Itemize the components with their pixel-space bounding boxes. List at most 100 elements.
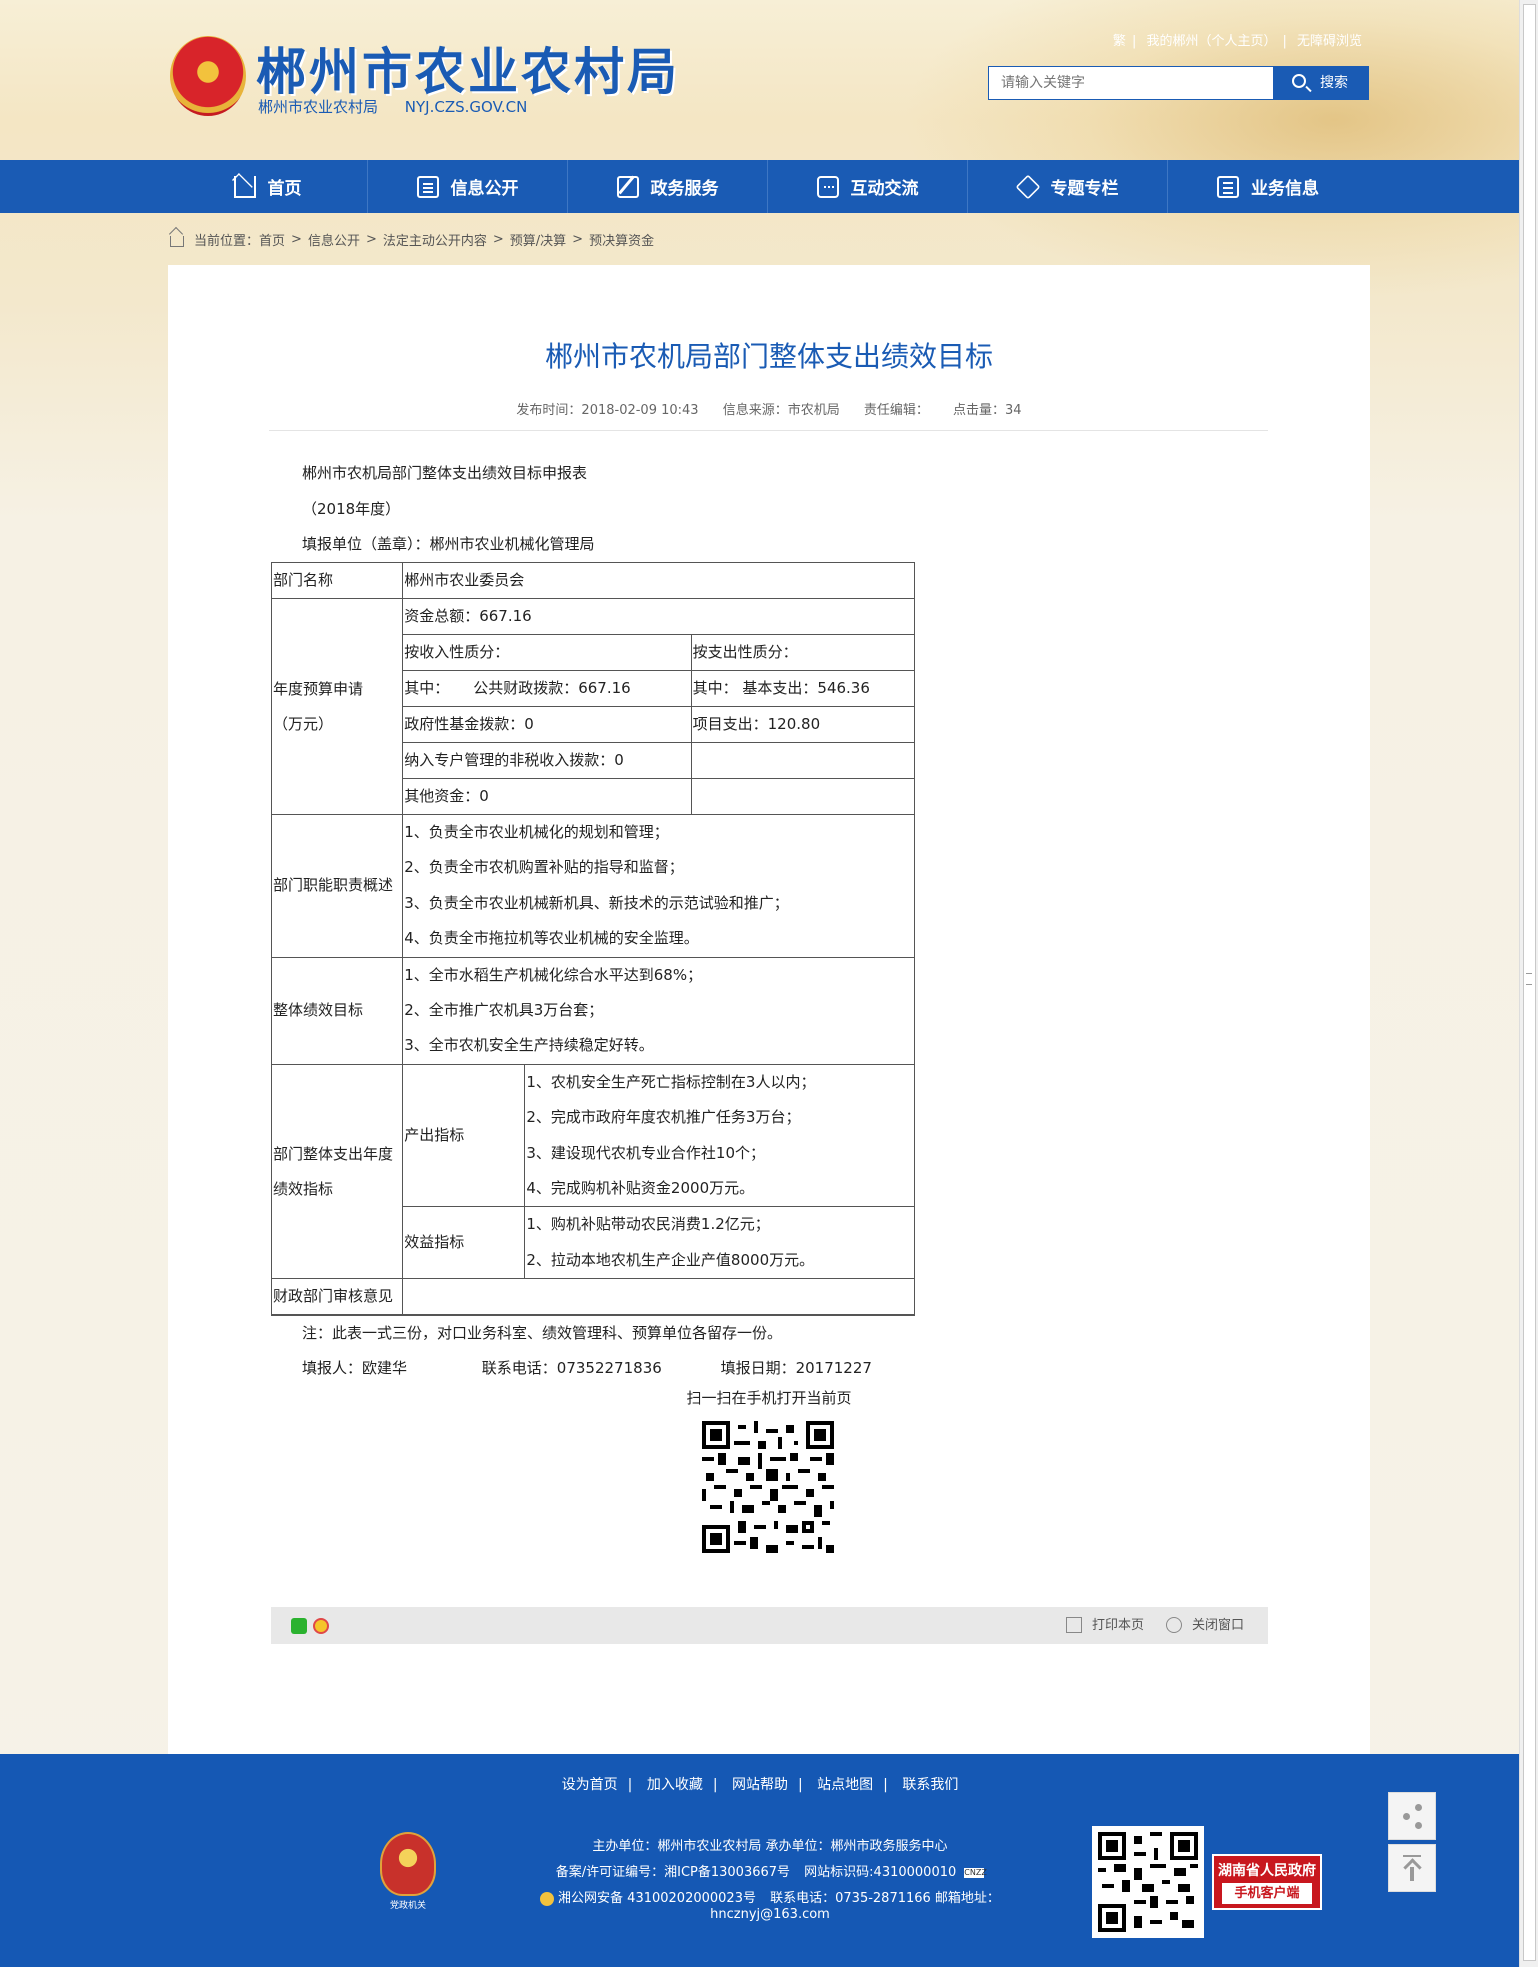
article-title: 郴州市农机局部门整体支出绩效目标 <box>544 340 993 373</box>
footer: 设为首页 | 加入收藏 | 网站帮助 | 站点地图 | 联系我们 党政机关 主办单位：郴… <box>0 1754 1520 1967</box>
add-favorite-link[interactable]: 加入收藏 <box>647 1777 703 1793</box>
total-funds: 资金总额：667.16 <box>402 598 915 635</box>
accessibility-link[interactable]: 无障碍浏览 <box>1297 34 1362 49</box>
site-title[interactable]: 郴州市农业农村局 <box>256 32 680 104</box>
list-item: 1、购机补贴带动农民消费1.2亿元； <box>526 1215 770 1234</box>
goals-list: 1、全市水稻生产机械化综合水平达到68%； 2、全市推广农机具3万台套； 3、全… <box>402 956 915 1065</box>
by-expense-label: 按支出性质分： <box>690 634 916 671</box>
site-help-link[interactable]: 网站帮助 <box>732 1777 788 1793</box>
other-funds: 其他资金：0 <box>402 778 692 815</box>
dept-name-label: 部门名称 <box>270 562 404 599</box>
cnzz-icon[interactable]: CNZZ <box>964 1867 987 1878</box>
hunan-gov-app-badge[interactable]: 湖南省人民政府 手机客户端 <box>1212 1854 1322 1910</box>
breadcrumb-item-budget[interactable]: 预算/决算 <box>510 230 566 249</box>
police-record[interactable]: 湘公网安备 43100202000023号 <box>558 1891 756 1906</box>
project-expense: 项目支出：120.80 <box>690 706 916 743</box>
close-window-button[interactable]: 关闭窗口 <box>1166 1607 1244 1644</box>
benefit-list: 1、购机补贴带动农民消费1.2亿元； 2、拉动本地农机生产企业产值8000万元。 <box>524 1206 915 1280</box>
home-icon <box>233 175 256 198</box>
table-note: 注：此表一式三份，对口业务科室、绩效管理科、预算单位各留存一份。 <box>302 1324 783 1342</box>
nav-item-info-disclosure[interactable]: 信息公开 <box>368 160 568 213</box>
search-button[interactable]: 搜索 <box>1274 66 1369 100</box>
footer-links: 设为首页 | 加入收藏 | 网站帮助 | 站点地图 | 联系我们 <box>561 1777 959 1793</box>
list-item: 3、建设现代农机专业合作社10个； <box>526 1143 766 1162</box>
print-button[interactable]: 打印本页 <box>1066 1607 1144 1644</box>
back-to-top-icon <box>1403 1855 1421 1881</box>
expense-detail: 其中： 基本支出：546.36 <box>690 670 916 707</box>
breadcrumb-item-home[interactable]: 首页 <box>259 230 285 249</box>
contact-us-link[interactable]: 联系我们 <box>902 1777 958 1793</box>
output-list: 1、农机安全生产死亡指标控制在3人以内； 2、完成市政府年度农机推广任务3万台；… <box>524 1063 915 1208</box>
site-domain: NYJ.CZS.GOV.CN <box>404 98 528 116</box>
search-icon <box>1292 74 1306 88</box>
police-badge-icon <box>540 1891 555 1906</box>
back-to-top-button[interactable] <box>1388 1844 1436 1892</box>
table-row: 部门名称 郴州市农业委员会 <box>270 562 915 599</box>
breadcrumb-item-info[interactable]: 信息公开 <box>308 230 360 249</box>
list-item: 2、完成市政府年度农机推广任务3万台； <box>526 1108 801 1127</box>
divider <box>269 430 1268 431</box>
nav-item-interaction[interactable]: 互动交流 <box>768 160 968 213</box>
breadcrumb-item-funds[interactable]: 预决算资金 <box>589 230 654 249</box>
nav-item-gov-services[interactable]: 政务服务 <box>568 160 768 213</box>
scrollbar-grip-icon <box>1526 973 1532 985</box>
page-qr-code <box>702 1421 834 1553</box>
breadcrumb-separator: > <box>291 232 302 247</box>
dept-name-value: 郴州市农业委员会 <box>402 562 915 599</box>
weibo-share-icon[interactable] <box>313 1618 329 1634</box>
search-box <box>988 66 1274 100</box>
search-input[interactable] <box>999 67 1263 99</box>
wechat-share-icon[interactable] <box>291 1618 307 1634</box>
benefit-label: 效益指标 <box>402 1206 526 1280</box>
sitemap-link[interactable]: 站点地图 <box>817 1777 873 1793</box>
form-unit: 填报单位（盖章）：郴州市农业机械化管理局 <box>302 535 595 553</box>
nav-item-special-topics[interactable]: 专题专栏 <box>968 160 1168 213</box>
nav-item-label: 信息公开 <box>450 179 519 199</box>
duties-list: 1、负责全市农业机械化的规划和管理； 2、负责全市农机购置补贴的指导和监督； 3… <box>402 814 915 958</box>
list-item: 4、负责全市拖拉机等农业机械的安全监理。 <box>404 929 699 948</box>
budget-label-line: （万元） <box>273 714 334 733</box>
performance-table: 部门名称 郴州市农业委员会 年度预算申请 （万元） 资金总额：667.16 按收… <box>270 562 916 1317</box>
close-label: 关闭窗口 <box>1192 1618 1245 1633</box>
print-label: 打印本页 <box>1092 1618 1145 1633</box>
share-icon <box>1415 1804 1422 1811</box>
edit-icon <box>616 175 639 198</box>
share-float-button[interactable] <box>1388 1792 1436 1840</box>
budget-label: 年度预算申请 （万元） <box>270 598 404 815</box>
budget-label-line: 年度预算申请 <box>273 679 364 698</box>
duties-label: 部门职能职责概述 <box>270 814 404 958</box>
set-homepage-link[interactable]: 设为首页 <box>562 1777 618 1793</box>
nav-item-label: 业务信息 <box>1251 179 1319 199</box>
my-chenzhou-link[interactable]: 我的郴州（个人主页） <box>1146 34 1276 49</box>
home-icon <box>170 236 184 247</box>
printer-icon <box>1066 1617 1082 1633</box>
layers-icon <box>1015 174 1040 199</box>
nav-item-label: 互动交流 <box>850 179 919 199</box>
host-info: 主办单位：郴州市农业农村局 承办单位：郴州市政务服务中心 <box>592 1839 948 1854</box>
list-icon <box>1217 175 1239 198</box>
finance-value <box>402 1278 915 1317</box>
breadcrumb-item-legal[interactable]: 法定主动公开内容 <box>383 230 487 249</box>
nav-item-home[interactable]: 首页 <box>168 160 368 213</box>
list-item: 1、全市水稻生产机械化综合水平达到68%； <box>404 965 703 984</box>
search-button-label: 搜索 <box>1320 75 1348 91</box>
empty-cell <box>690 778 916 815</box>
income-detail: 其中： 公共财政拨款：667.16 <box>402 670 692 707</box>
traditional-chinese-link[interactable]: 繁 <box>1113 34 1126 49</box>
list-item: 2、拉动本地农机生产企业产值8000万元。 <box>526 1250 815 1269</box>
list-item: 3、全市农机安全生产持续稳定好转。 <box>404 1036 654 1055</box>
icp-link[interactable]: 湘ICP备13003667号 <box>664 1865 790 1880</box>
top-links: 繁 | 我的郴州（个人主页） | 无障碍浏览 <box>1112 34 1362 49</box>
site-sub-name: 郴州市农业农村局 <box>258 98 379 116</box>
nav-item-label: 首页 <box>267 179 302 199</box>
close-icon <box>1166 1617 1182 1633</box>
finance-label: 财政部门审核意见 <box>270 1278 404 1317</box>
info-source: 信息来源：市农机局 <box>722 403 840 418</box>
article-card: 郴州市农机局部门整体支出绩效目标 发布时间：2018-02-09 10:43 信… <box>168 265 1370 1755</box>
list-item: 4、完成购机补贴资金2000万元。 <box>526 1179 755 1198</box>
vertical-scrollbar[interactable] <box>1519 0 1538 1967</box>
nav-item-business-info[interactable]: 业务信息 <box>1168 160 1368 213</box>
table-row: 部门整体支出年度 绩效指标 产出指标 1、农机安全生产死亡指标控制在3人以内； … <box>270 1063 915 1280</box>
share-icon-dot <box>1415 1822 1422 1829</box>
by-income-label: 按收入性质分： <box>402 634 692 671</box>
